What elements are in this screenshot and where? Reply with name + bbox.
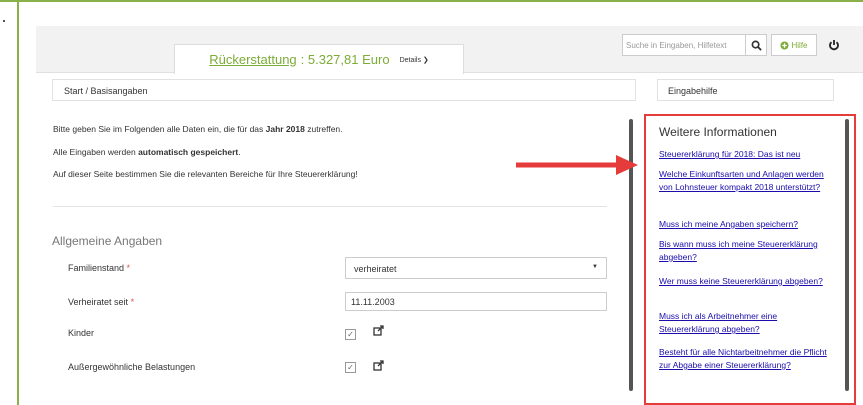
search-icon: [751, 40, 762, 51]
power-icon: [829, 40, 839, 51]
breadcrumb: Start / Basisangaben: [52, 79, 636, 101]
familienstand-label: Familienstand *: [68, 263, 131, 273]
help-label: Hilfe: [791, 40, 808, 50]
refund-summary[interactable]: Rückerstattung : 5.327,81 Euro Details ❯: [174, 44, 464, 74]
kinder-open-button[interactable]: [371, 323, 387, 337]
belastungen-open-button[interactable]: [371, 358, 387, 372]
logout-button[interactable]: [820, 34, 848, 56]
info-scrollbar[interactable]: [845, 119, 849, 391]
help-button[interactable]: Hilfe: [771, 34, 817, 56]
refund-amount: : 5.327,81 Euro: [300, 52, 390, 67]
red-arrow-annotation: [516, 155, 638, 175]
search-input[interactable]: Suche in Eingaben, Hilfetext: [622, 34, 745, 56]
intro-line-relevance: Auf dieser Seite bestimmen Sie die relev…: [53, 169, 358, 179]
info-link-4[interactable]: Bis wann muss ich meine Steuererklärung …: [659, 238, 839, 264]
section-title: Allgemeine Angaben: [52, 234, 163, 248]
kinder-checkbox[interactable]: ✓: [345, 329, 356, 340]
verheiratet-seit-label: Verheiratet seit *: [68, 297, 135, 307]
info-link-7[interactable]: Besteht für alle Nichtarbeitnehmer die P…: [659, 346, 839, 372]
section-divider: [53, 206, 607, 207]
intro-line-autosave: Alle Eingaben werden automatisch gespeic…: [53, 147, 241, 157]
familienstand-select[interactable]: verheiratet ▼: [345, 257, 607, 279]
info-link-2[interactable]: Welche Einkunftsarten und Anlagen werden…: [659, 168, 839, 194]
frame-left-border: [17, 0, 19, 405]
help-plus-icon: [780, 40, 790, 50]
belastungen-checkbox[interactable]: ✓: [345, 362, 356, 373]
verheiratet-seit-input[interactable]: 11.11.2003: [345, 292, 607, 311]
frame-top-border: [0, 0, 863, 2]
info-link-5[interactable]: Wer muss keine Steuererklärung abgeben?: [659, 275, 839, 288]
info-link-1[interactable]: Steuererklärung für 2018: Das ist neu: [659, 148, 839, 161]
search-button[interactable]: [745, 34, 767, 56]
info-panel-title: Weitere Informationen: [659, 125, 777, 139]
kinder-label: Kinder: [68, 328, 95, 338]
caret-down-icon: ▼: [592, 264, 598, 270]
info-link-3[interactable]: Muss ich meine Angaben speichern?: [659, 218, 839, 231]
corner-dot: [3, 20, 5, 22]
help-panel-header: Eingabehilfe: [657, 79, 834, 101]
external-link-icon: [373, 324, 384, 336]
external-link-icon: [373, 359, 384, 371]
belastungen-label: Außergewöhnliche Belastungen: [68, 362, 196, 372]
info-link-6[interactable]: Muss ich als Arbeitnehmer eine Steuererk…: [659, 310, 839, 336]
intro-line-year: Bitte geben Sie im Folgenden alle Daten …: [53, 124, 343, 134]
refund-label[interactable]: Rückerstattung: [209, 52, 296, 67]
details-link[interactable]: Details ❯: [400, 56, 429, 64]
